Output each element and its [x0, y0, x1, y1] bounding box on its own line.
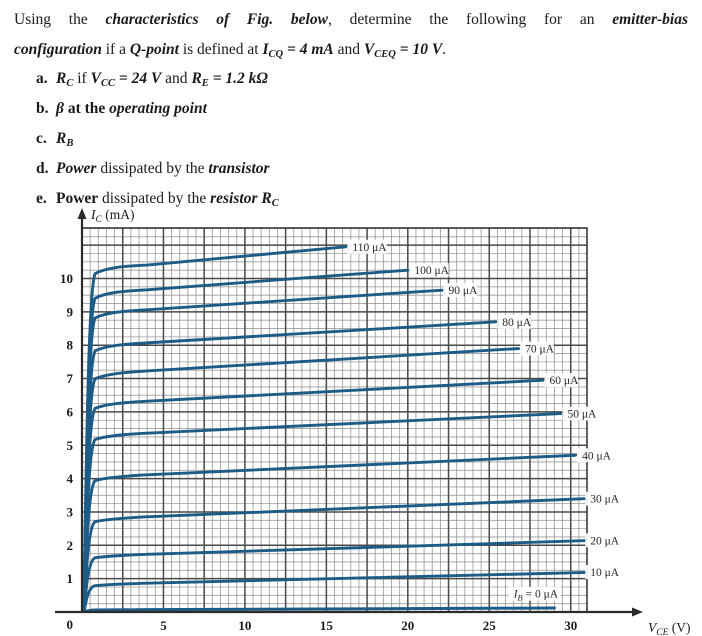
problem-intro-text-2: , determine the following for an — [327, 11, 613, 28]
x-tick-5: 5 — [160, 618, 167, 633]
problem-period: . — [442, 41, 447, 58]
item-b-at-the: at the — [63, 100, 110, 117]
y-tick-7: 7 — [67, 371, 74, 386]
x-axis-title: VCE (V) — [648, 620, 691, 636]
y-axis-arrow — [77, 208, 87, 219]
item-b-operating-point: operating point — [109, 100, 207, 117]
y-tick-6: 6 — [67, 404, 74, 419]
problem-item-c: c. RB — [36, 130, 74, 149]
problem-emphasis-emitter-bias: emitter-bias — [612, 11, 689, 28]
y-tick-3: 3 — [67, 504, 74, 519]
x-tick-30: 30 — [564, 618, 577, 633]
problem-emphasis-fig: characteristics of Fig. below — [105, 11, 328, 28]
y-axis-title: IC (mA) — [90, 207, 134, 225]
curve-label-60ua: 60 μA — [550, 375, 580, 387]
item-marker-c: c. — [36, 130, 47, 147]
curve-label-20ua: 20 μA — [590, 535, 620, 547]
origin-tick-0: 0 — [67, 617, 74, 632]
curve-label-40ua: 40 μA — [582, 450, 612, 462]
item-a-text: RC — [56, 70, 74, 89]
curve-label-70ua: 70 μA — [525, 344, 555, 356]
icq-sub: CQ — [268, 48, 284, 60]
curve-label-110ua: 110 μA — [352, 242, 387, 254]
problem-symbol-vceq: VCEQ — [363, 41, 396, 60]
vceq-main: V — [363, 41, 375, 58]
item-marker-d: d. — [36, 160, 49, 177]
curve-label-30ua: 30 μA — [590, 494, 620, 506]
vceq-sub: CEQ — [374, 48, 396, 60]
item-b-beta: β — [56, 100, 64, 117]
problem-text-if-a: if a — [101, 41, 130, 58]
problem-emphasis-configuration: configuration — [14, 41, 102, 58]
item-a-and: and — [161, 70, 192, 87]
icq-main: I — [262, 41, 269, 58]
y-tick-8: 8 — [67, 338, 74, 353]
y-tick-4: 4 — [67, 471, 74, 486]
item-d-dissipated: dissipated by the — [96, 160, 209, 177]
y-tick-2: 2 — [67, 538, 74, 553]
y-tick-10: 10 — [60, 271, 73, 286]
curve-label-50ua: 50 μA — [567, 409, 597, 421]
chart-svg: 1 2 3 4 5 6 7 8 9 10 0 5 10 15 20 25 30 IC (mA) VCE (V) 110… — [55, 207, 691, 636]
problem-text-defined-at: is defined at — [178, 41, 263, 58]
item-a-if: if — [73, 70, 91, 87]
curve-label-10ua: 10 μA — [590, 567, 620, 579]
y-tick-9: 9 — [67, 304, 74, 319]
item-d-transistor: transistor — [208, 160, 270, 177]
problem-value-icq: = 4 mA — [283, 41, 334, 58]
item-d-power: Power — [56, 160, 97, 177]
y-tick-1: 1 — [67, 571, 74, 586]
x-tick-15: 15 — [320, 618, 334, 633]
item-a-vcc: VCC = 24 V — [90, 70, 162, 89]
problem-item-b: b. β at the operating point — [36, 100, 207, 118]
problem-value-vceq: = 10 V — [395, 41, 443, 58]
problem-symbol-icq: ICQ — [262, 41, 284, 60]
x-tick-20: 20 — [401, 618, 414, 633]
problem-item-a: a. RC if VCC = 24 V and RE = 1.2 kΩ — [36, 70, 268, 89]
curve-label-80ua: 80 μA — [502, 317, 532, 329]
x-axis-arrow — [632, 607, 643, 617]
curve-label-90ua: 90 μA — [449, 285, 479, 297]
problem-line-2: configuration if a Q-point is defined at… — [0, 35, 702, 67]
problem-item-d: d. Power dissipated by the transistor — [36, 160, 270, 178]
problem-emphasis-qpoint: Q-point — [129, 41, 179, 58]
x-tick-10: 10 — [238, 618, 251, 633]
x-tick-25: 25 — [483, 618, 497, 633]
problem-intro-text: Using the — [14, 11, 106, 28]
item-marker-b: b. — [36, 100, 49, 117]
item-marker-a: a. — [36, 70, 48, 87]
y-tick-5: 5 — [67, 438, 74, 453]
problem-text-and: and — [333, 41, 364, 58]
transistor-output-characteristics-chart: 1 2 3 4 5 6 7 8 9 10 0 5 10 15 20 25 30 IC (mA) VCE (V) 110… — [0, 205, 702, 636]
item-c-rb: RB — [56, 130, 74, 149]
item-a-re: RE = 1.2 kΩ — [191, 70, 268, 89]
curve-label-100ua: 100 μA — [414, 265, 449, 277]
